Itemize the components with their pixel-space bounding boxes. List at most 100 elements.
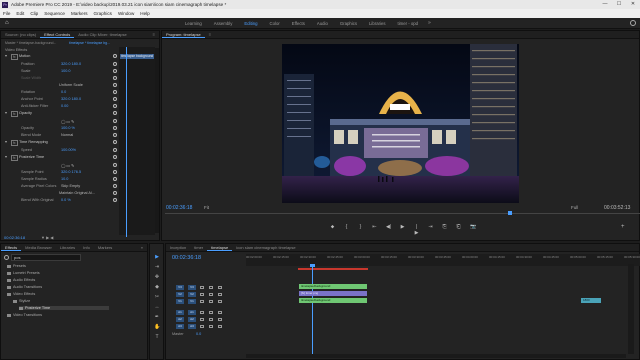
expand-icon[interactable]	[5, 155, 9, 159]
clip-v1[interactable]: timelapse/background	[299, 298, 367, 303]
menu-markers[interactable]: Markers	[71, 11, 88, 16]
extract-icon[interactable]: ⎗	[456, 224, 461, 236]
property-value[interactable]: 320.0 180.0	[61, 97, 81, 101]
track-target-toggle[interactable]: V1	[176, 299, 184, 304]
mute-icon[interactable]	[218, 310, 222, 314]
track-target-toggle[interactable]: V2	[176, 292, 184, 297]
sync-icon[interactable]	[209, 317, 213, 321]
menu-edit[interactable]: Edit	[16, 11, 24, 16]
expand-icon[interactable]	[5, 111, 9, 115]
hand-tool-icon[interactable]: ✋	[154, 324, 160, 330]
effects-list-item[interactable]: Stylize	[13, 299, 30, 303]
workspace-libraries[interactable]: Libraries	[369, 21, 385, 26]
fx-toggle-icon[interactable]: fx	[11, 155, 18, 161]
property-checkbox[interactable]: Maintain Original Al...	[59, 191, 95, 195]
reset-icon[interactable]	[113, 76, 117, 80]
pen-tool-icon[interactable]: ✒	[154, 314, 160, 320]
track-select-tool-icon[interactable]: ⇥	[154, 264, 160, 270]
reset-icon[interactable]	[113, 62, 117, 66]
property-value[interactable]: 100.00%	[61, 148, 76, 152]
workspace-editing[interactable]: Editing	[244, 21, 257, 26]
property-value[interactable]: 10.0	[61, 177, 68, 181]
export-frame-icon[interactable]: 📷	[470, 224, 476, 236]
program-timecode[interactable]: 00:02:36:18	[166, 205, 192, 211]
mark-out-icon[interactable]: }	[358, 224, 363, 236]
property-value[interactable]: 100.0	[61, 69, 71, 73]
lock-icon[interactable]	[200, 292, 204, 296]
menu-file[interactable]: File	[3, 11, 10, 16]
effects-panel-overflow-icon[interactable]: »	[137, 245, 147, 250]
step-forward-icon[interactable]: |▶	[414, 224, 419, 236]
tab-effects[interactable]: Effects	[1, 245, 22, 251]
tab-info[interactable]: Info	[79, 245, 94, 250]
tab-markers[interactable]: Markers	[94, 245, 116, 250]
workspace-custom[interactable]: timer - opd	[398, 21, 419, 26]
resolution-dropdown[interactable]: Full	[571, 205, 578, 210]
menu-clip[interactable]: Clip	[30, 11, 38, 16]
property-dropdown[interactable]: Skip Empty	[61, 184, 80, 188]
ec-scrollbar[interactable]	[155, 48, 159, 233]
workspace-color[interactable]: Color	[270, 21, 280, 26]
reset-icon[interactable]	[113, 69, 117, 73]
master-track-value[interactable]: 0.0	[196, 332, 201, 336]
minimize-button[interactable]: —	[598, 0, 612, 9]
fx-toggle-icon[interactable]: fx	[11, 111, 18, 117]
effects-list-item[interactable]: Posterize Time	[19, 306, 109, 310]
reset-icon[interactable]	[113, 54, 117, 58]
property-value[interactable]: 0.00	[61, 104, 68, 108]
type-tool-icon[interactable]: T	[154, 334, 160, 340]
expand-icon[interactable]	[5, 140, 9, 144]
slip-tool-icon[interactable]: ↔	[154, 304, 160, 310]
menu-graphics[interactable]: Graphics	[94, 11, 112, 16]
timeline-ruler[interactable]: 00:02:00:00 00:02:15:00 00:02:30:00 00:02:4…	[246, 254, 640, 266]
rate-stretch-tool-icon[interactable]: ◆	[154, 284, 160, 290]
timeline-hscroll[interactable]	[246, 354, 626, 358]
reset-icon[interactable]	[113, 119, 117, 123]
workspace-effects[interactable]: Effects	[292, 21, 305, 26]
mark-in-icon[interactable]: {	[344, 224, 349, 236]
timeline-timecode[interactable]: 00:02:36:18	[172, 255, 201, 261]
close-button[interactable]: ✕	[626, 0, 640, 9]
reset-icon[interactable]	[113, 148, 117, 152]
clip-v3[interactable]: timelapse/background	[299, 284, 367, 289]
program-scrub-bar[interactable]	[165, 213, 640, 214]
effects-list-item[interactable]: Audio Effects	[7, 278, 35, 282]
clip-label[interactable]: timelapse * timelapse bg...	[69, 41, 119, 47]
ec-timecode[interactable]: 00:02:36:18	[4, 235, 25, 240]
effects-search-input[interactable]	[11, 254, 81, 261]
lock-icon[interactable]	[200, 317, 204, 321]
track-target-toggle[interactable]: V3	[176, 285, 184, 290]
tab-sequence-inception[interactable]: Inception	[166, 245, 190, 250]
workspace-audio[interactable]: Audio	[317, 21, 328, 26]
eye-icon[interactable]	[218, 285, 222, 289]
workspace-learning[interactable]: Learning	[185, 21, 202, 26]
tab-effect-controls[interactable]: Effect Controls	[40, 32, 75, 38]
track-source-label[interactable]: V2	[188, 292, 196, 297]
track-source-label[interactable]: A1	[188, 310, 196, 315]
master-clip-label[interactable]: Master * timelapse-background...	[5, 41, 67, 47]
ripple-edit-tool-icon[interactable]: ✥	[154, 274, 160, 280]
eye-icon[interactable]	[218, 299, 222, 303]
fx-toggle-icon[interactable]: fx	[11, 54, 18, 60]
maximize-button[interactable]: ☐	[612, 0, 626, 9]
ec-footer-icons[interactable]: ▼ ▶ ◀	[41, 235, 53, 240]
property-value[interactable]: 0.0	[61, 90, 66, 94]
selection-tool-icon[interactable]: ▶	[154, 254, 160, 260]
reset-icon[interactable]	[113, 140, 117, 144]
timeline-playhead[interactable]	[312, 266, 313, 356]
tab-sequence-timelapse[interactable]: timelapse	[207, 245, 233, 251]
eye-icon[interactable]	[218, 292, 222, 296]
panel-menu-icon[interactable]: ≡	[149, 32, 159, 37]
step-back-icon[interactable]: ◀|	[386, 224, 391, 236]
lock-icon[interactable]	[200, 324, 204, 328]
track-target-toggle[interactable]: A1	[176, 310, 184, 315]
effects-list-item[interactable]: Video Transitions	[7, 313, 42, 317]
workspace-assembly[interactable]: Assembly	[214, 21, 233, 26]
tab-program[interactable]: Program: timelapse	[162, 32, 205, 38]
mute-icon[interactable]	[218, 317, 222, 321]
track-target-toggle[interactable]: A3	[176, 324, 184, 329]
menu-window[interactable]: Window	[118, 11, 134, 16]
property-value[interactable]: 320.0 180.0	[61, 62, 81, 66]
tab-sequence-timer[interactable]: timer	[190, 245, 207, 250]
reset-icon[interactable]	[113, 198, 117, 202]
